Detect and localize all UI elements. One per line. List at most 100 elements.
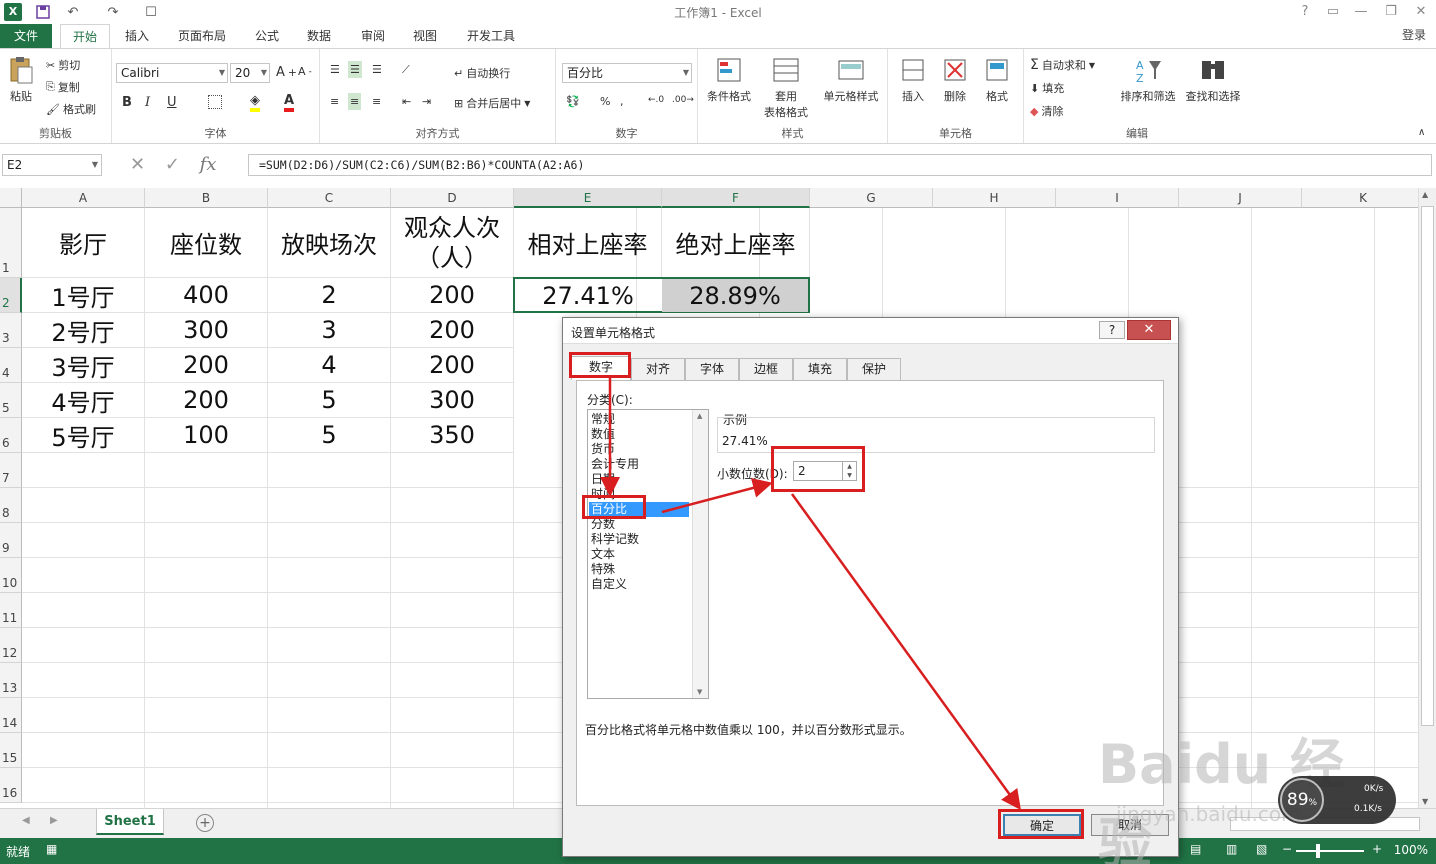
conditional-format-button[interactable]: 条件格式: [704, 55, 754, 104]
login-link[interactable]: 登录: [1402, 26, 1426, 43]
category-item[interactable]: 常规: [591, 412, 615, 427]
cell-B4[interactable]: 200: [145, 348, 268, 383]
cell-B1[interactable]: 座位数: [145, 208, 268, 278]
row-header-16[interactable]: 16: [0, 768, 22, 803]
border-button[interactable]: [208, 95, 222, 109]
underline-button[interactable]: U: [167, 95, 177, 110]
cell-B3[interactable]: 300: [145, 313, 268, 348]
minimize-icon[interactable]: —: [1348, 3, 1374, 21]
font-color-button[interactable]: A: [284, 93, 295, 112]
orientation-button[interactable]: ⟋: [402, 63, 410, 77]
number-format-select[interactable]: 百分比 ▼: [562, 63, 692, 83]
page-layout-view-icon[interactable]: ▥: [1226, 842, 1237, 856]
merge-center-button[interactable]: ⊞ 合并后居中 ▼: [454, 95, 530, 111]
zoom-slider[interactable]: [1296, 850, 1364, 852]
increase-decimal-button[interactable]: ←.0: [648, 95, 664, 105]
column-header-E[interactable]: E: [514, 188, 662, 208]
column-header-G[interactable]: G: [810, 188, 933, 208]
tab-developer[interactable]: 开发工具: [460, 24, 522, 48]
scroll-down-icon[interactable]: ▼: [1422, 797, 1428, 806]
cell-C2[interactable]: 2: [268, 278, 391, 313]
column-header-H[interactable]: H: [933, 188, 1056, 208]
align-center-button[interactable]: ≡: [348, 93, 362, 110]
cell-styles-button[interactable]: 单元格样式: [818, 55, 884, 104]
row-header-5[interactable]: 5: [0, 383, 22, 418]
row-header-10[interactable]: 10: [0, 558, 22, 593]
tab-view[interactable]: 视图: [406, 24, 444, 48]
dialog-close-button[interactable]: ✕: [1127, 320, 1171, 340]
scroll-up-icon[interactable]: ▲: [1422, 190, 1428, 199]
cell-C3[interactable]: 3: [268, 313, 391, 348]
tab-data[interactable]: 数据: [300, 24, 338, 48]
row-header-3[interactable]: 3: [0, 313, 22, 348]
cell-E2[interactable]: 27.41%: [515, 279, 661, 312]
normal-view-icon[interactable]: ▤: [1190, 842, 1201, 856]
macro-record-icon[interactable]: ▦: [46, 842, 57, 856]
vertical-scrollbar[interactable]: ▲ ▼: [1418, 188, 1436, 808]
bold-button[interactable]: B: [122, 95, 132, 110]
cell-A3[interactable]: 2号厅: [22, 313, 145, 348]
tab-insert[interactable]: 插入: [118, 24, 156, 48]
sheet-next-icon[interactable]: ▶: [50, 815, 58, 826]
row-header-8[interactable]: 8: [0, 488, 22, 523]
sheet-prev-icon[interactable]: ◀: [22, 815, 30, 826]
category-item[interactable]: 分数: [591, 517, 615, 532]
decrease-decimal-button[interactable]: .00→: [672, 95, 694, 105]
align-bottom-button[interactable]: ☰: [372, 63, 382, 76]
category-list[interactable]: 常规 数值 货币 会计专用 日期 时间 百分比 分数 科学记数 文本 特殊 自定…: [587, 409, 709, 699]
category-item[interactable]: 货币: [591, 442, 615, 457]
percent-style-button[interactable]: %: [600, 95, 610, 108]
font-size-select[interactable]: 20 ▼: [230, 63, 270, 83]
confirm-entry-icon[interactable]: ✓: [165, 154, 180, 175]
column-header-B[interactable]: B: [145, 188, 268, 208]
clear-button[interactable]: ◆ 清除: [1030, 103, 1063, 119]
format-cells-button[interactable]: 格式: [978, 55, 1016, 104]
font-name-select[interactable]: Calibri ▼: [116, 63, 228, 83]
increase-indent-button[interactable]: ⇥: [422, 95, 431, 108]
row-header-6[interactable]: 6: [0, 418, 22, 453]
cut-button[interactable]: ✂ 剪切: [46, 57, 80, 73]
column-header-C[interactable]: C: [268, 188, 391, 208]
collapse-ribbon-icon[interactable]: ∧: [1418, 127, 1425, 138]
row-header-14[interactable]: 14: [0, 698, 22, 733]
tab-formulas[interactable]: 公式: [248, 24, 286, 48]
insert-function-icon[interactable]: fx: [200, 154, 217, 175]
zoom-in-icon[interactable]: +: [1372, 842, 1382, 856]
category-item[interactable]: 数值: [591, 427, 615, 442]
row-header-4[interactable]: 4: [0, 348, 22, 383]
sheet-tab-sheet1[interactable]: Sheet1: [96, 809, 164, 835]
tab-home[interactable]: 开始: [60, 24, 110, 49]
dialog-tab-alignment[interactable]: 对齐: [631, 358, 685, 380]
zoom-out-icon[interactable]: −: [1282, 842, 1292, 856]
cell-A2[interactable]: 1号厅: [22, 278, 145, 313]
cancel-entry-icon[interactable]: ✕: [130, 154, 145, 175]
align-middle-button[interactable]: ☰: [348, 61, 362, 78]
decrease-font-button[interactable]: A-: [298, 65, 312, 78]
align-top-button[interactable]: ☰: [330, 63, 340, 76]
ribbon-display-icon[interactable]: ▭: [1320, 3, 1346, 21]
increase-font-button[interactable]: A +: [276, 65, 297, 80]
decrease-indent-button[interactable]: ⇤: [402, 95, 411, 108]
column-header-I[interactable]: I: [1056, 188, 1179, 208]
comma-style-button[interactable]: ,: [620, 95, 624, 108]
category-list-scrollbar[interactable]: ▲ ▼: [692, 410, 708, 698]
row-header-9[interactable]: 9: [0, 523, 22, 558]
sort-filter-button[interactable]: AZ 排序和筛选: [1118, 55, 1178, 104]
zoom-level[interactable]: 100%: [1394, 843, 1428, 857]
close-icon[interactable]: ✕: [1408, 3, 1434, 21]
cell-D3[interactable]: 200: [391, 313, 514, 348]
category-item[interactable]: 自定义: [591, 577, 627, 592]
cell-F2[interactable]: 28.89%: [662, 279, 808, 312]
dialog-tab-fill[interactable]: 填充: [793, 358, 847, 380]
cell-D5[interactable]: 300: [391, 383, 514, 418]
vertical-scroll-thumb[interactable]: [1421, 206, 1434, 726]
cell-D6[interactable]: 350: [391, 418, 514, 453]
dialog-help-button[interactable]: ?: [1099, 321, 1125, 339]
insert-cells-button[interactable]: 插入: [894, 55, 932, 104]
name-box[interactable]: E2 ▼: [2, 154, 102, 176]
cell-B5[interactable]: 200: [145, 383, 268, 418]
tab-page-layout[interactable]: 页面布局: [172, 24, 232, 48]
cell-C4[interactable]: 4: [268, 348, 391, 383]
restore-icon[interactable]: ❐: [1378, 3, 1404, 21]
cancel-button[interactable]: 取消: [1091, 814, 1169, 836]
